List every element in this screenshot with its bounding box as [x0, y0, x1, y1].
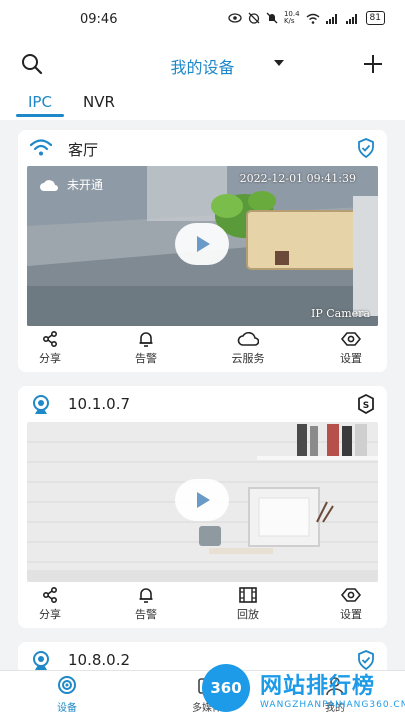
- device-card: 客厅 未开通 2022-12-01 09:41:39 IP Camera 分享 …: [18, 130, 387, 372]
- settings-eye-icon: [341, 588, 361, 602]
- settings-eye-icon: [341, 332, 361, 346]
- tab-nvr[interactable]: NVR: [83, 93, 115, 111]
- video-preview[interactable]: 未开通 2022-12-01 09:41:39 IP Camera: [27, 166, 378, 326]
- nav-devices[interactable]: 设备: [32, 675, 102, 714]
- device-card-header: 客厅: [18, 130, 387, 166]
- device-name: 10.8.0.2: [68, 651, 131, 669]
- share-icon: [42, 586, 58, 604]
- eye-icon: [228, 13, 242, 23]
- device-card: 10.1.0.7 S 分享 告警 回放 设置: [18, 386, 387, 628]
- device-type-tabs: IPC NVR: [0, 90, 405, 120]
- share-icon: [42, 330, 58, 348]
- settings-label: 设置: [340, 608, 362, 621]
- nav-devices-label: 设备: [57, 703, 77, 714]
- share-button[interactable]: 分享: [20, 330, 80, 366]
- webcam-icon: [33, 395, 49, 414]
- timestamp-overlay: 2022-12-01 09:41:39: [239, 172, 356, 185]
- mute-icon: [266, 12, 278, 24]
- cloud-icon: [40, 179, 58, 191]
- settings-label: 设置: [340, 352, 362, 365]
- settings-button[interactable]: 设置: [321, 330, 381, 366]
- video-preview[interactable]: [27, 422, 378, 582]
- alarm-icon: [248, 12, 260, 24]
- device-name: 客厅: [68, 141, 99, 159]
- tab-ipc[interactable]: IPC: [16, 93, 64, 117]
- watermark-text: 网站排行榜: [260, 674, 376, 699]
- webcam-icon: [58, 676, 76, 694]
- play-button[interactable]: [175, 223, 229, 265]
- cloud-service-label: 云服务: [231, 352, 265, 365]
- device-name: 10.1.0.7: [68, 395, 131, 413]
- device-card-header: 10.1.0.7 S: [18, 386, 387, 422]
- cloud-icon: [237, 332, 259, 346]
- battery-indicator: 81: [365, 11, 385, 25]
- wifi-icon: [306, 13, 319, 24]
- watermark: 360 网站排行榜 WANGZHANPAIHANG360.CN: [196, 660, 405, 720]
- status-icons: 10.4 K/s 81: [228, 11, 385, 25]
- playback-label: 回放: [237, 608, 259, 621]
- play-button[interactable]: [175, 479, 229, 521]
- device-actions: 分享 告警 回放 设置: [18, 584, 387, 624]
- alarm-label: 告警: [135, 608, 157, 621]
- watermark-logo: 360: [202, 664, 250, 712]
- share-label: 分享: [39, 608, 61, 621]
- camera-label-overlay: IP Camera: [311, 307, 370, 320]
- add-device-button[interactable]: [361, 52, 385, 76]
- alarm-button[interactable]: 告警: [116, 586, 176, 622]
- settings-button[interactable]: 设置: [321, 586, 381, 622]
- bell-icon: [139, 332, 153, 347]
- watermark-url: WANGZHANPAIHANG360.CN: [260, 700, 405, 710]
- cloud-status: 未开通: [39, 176, 103, 193]
- signal-icon: [325, 13, 337, 24]
- network-speed: 10.4 K/s: [283, 10, 300, 25]
- share-label: 分享: [39, 352, 61, 365]
- alarm-label: 告警: [135, 352, 157, 365]
- status-time: 09:46: [80, 12, 118, 27]
- wifi-icon: [30, 139, 52, 156]
- status-bar: 09:46 10.4 K/s 81: [0, 0, 405, 40]
- playback-button[interactable]: 回放: [218, 586, 278, 622]
- cloud-service-button[interactable]: 云服务: [218, 330, 278, 366]
- page-title[interactable]: 我的设备: [0, 54, 405, 78]
- alarm-button[interactable]: 告警: [116, 330, 176, 366]
- webcam-icon: [33, 651, 49, 670]
- cloud-status-label: 未开通: [67, 178, 104, 192]
- shield-check-icon: [358, 138, 374, 158]
- bell-icon: [139, 588, 153, 603]
- device-actions: 分享 告警 云服务 设置: [18, 328, 387, 368]
- app-header: 我的设备: [0, 40, 405, 90]
- film-icon: [239, 587, 257, 603]
- svg-text:S: S: [363, 401, 369, 411]
- share-button[interactable]: 分享: [20, 586, 80, 622]
- signal-2-icon: [345, 13, 357, 24]
- chevron-down-icon[interactable]: [274, 60, 284, 66]
- shield-s-icon: S: [358, 394, 374, 414]
